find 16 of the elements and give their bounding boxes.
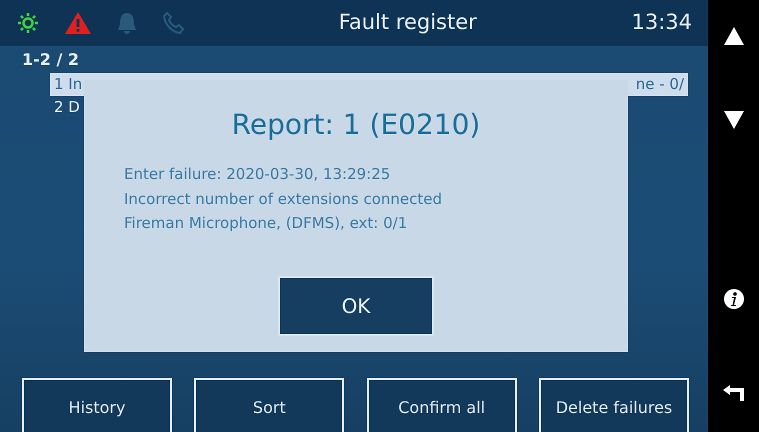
dialog-text: Incorrect number of extensions connected [123, 188, 444, 210]
dialog-title: Report: 1 (E0210) [232, 107, 480, 143]
softkey-button[interactable]: Confirm all [366, 378, 517, 432]
softkey-button[interactable]: History [22, 378, 172, 432]
page-range: 1-2 / 2 [21, 49, 80, 71]
dialog-text: Enter failure: 2020-03-30, 13:29:25 [123, 164, 392, 185]
screen-title: Fault register [338, 9, 478, 36]
softkey-button[interactable]: Sort [194, 378, 344, 432]
clock-time: 13:34 [631, 9, 692, 36]
back-icon[interactable] [722, 384, 746, 402]
dialog-text: Fireman Microphone, (DFMS), ext: 0/1 [123, 213, 408, 234]
info-icon[interactable] [722, 288, 744, 310]
ok-button[interactable]: OK [278, 276, 434, 336]
scroll-down-icon[interactable] [722, 110, 744, 130]
scroll-up-icon[interactable] [722, 26, 744, 46]
softkey-button[interactable]: Delete failures [538, 378, 689, 432]
